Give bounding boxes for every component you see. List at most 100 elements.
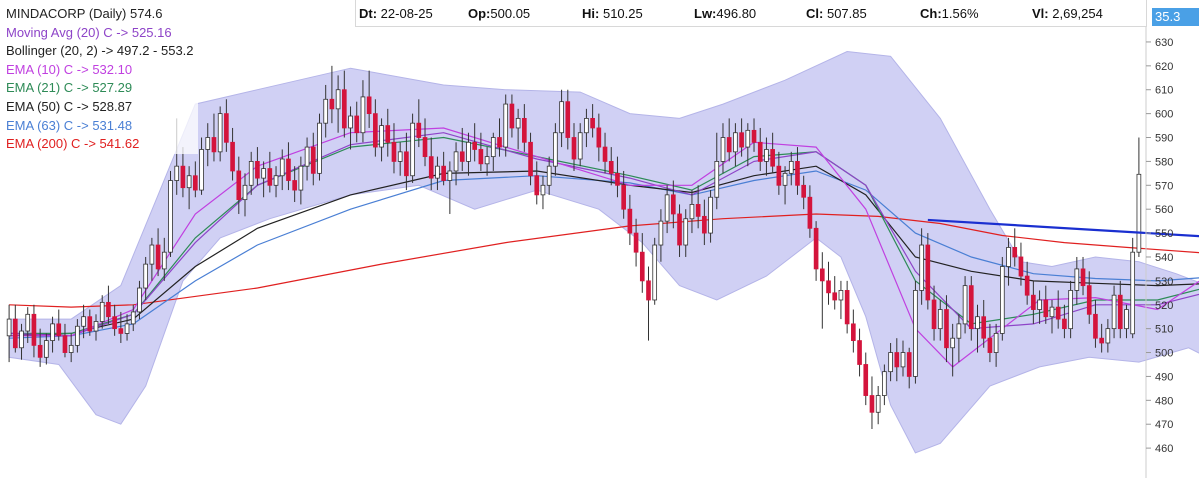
- candle-body: [1074, 268, 1080, 291]
- candle-body: [633, 232, 639, 253]
- candle-body: [193, 175, 198, 191]
- candle-body: [453, 151, 459, 172]
- date-label: Dt:: [359, 6, 378, 21]
- candle-body: [683, 218, 689, 246]
- candle-body: [596, 127, 602, 148]
- candle-body: [304, 146, 310, 167]
- legend-item: EMA (200) C -> 541.62: [6, 136, 140, 152]
- candle-body: [993, 333, 999, 353]
- candle-body: [571, 137, 577, 160]
- candle-body: [1049, 306, 1055, 318]
- candle: [168, 170, 173, 257]
- candle: [652, 237, 658, 305]
- high-field: Hi: 510.25: [582, 6, 643, 21]
- legend-item: EMA (10) C -> 532.10: [6, 61, 133, 77]
- candle: [1000, 256, 1005, 341]
- candle-body: [379, 125, 384, 148]
- candle-body: [205, 137, 211, 150]
- low-field: Lw:496.80: [694, 6, 756, 21]
- close-value: 507.85: [826, 6, 867, 21]
- candle-body: [515, 118, 521, 129]
- volume-field: Vl: 2,69,254: [1032, 6, 1103, 21]
- price-tick-label: 570: [1155, 180, 1173, 192]
- candle-body: [478, 149, 484, 165]
- candle-body: [801, 184, 807, 198]
- candle-body: [900, 352, 906, 368]
- candle-body: [962, 285, 968, 325]
- candle-body: [503, 103, 509, 148]
- candle-body: [31, 313, 37, 346]
- candle-body: [447, 170, 453, 181]
- candle-body: [1124, 309, 1129, 330]
- candle-body: [161, 251, 167, 270]
- legend-items: Moving Avg (20) C -> 525.16 Bollinger (20…: [6, 24, 194, 154]
- candle-body: [565, 101, 571, 138]
- price-tick-label: 510: [1155, 324, 1173, 336]
- candle-body: [1018, 256, 1024, 277]
- candle-body: [279, 158, 285, 177]
- candle-body: [1117, 294, 1123, 330]
- candle-body: [87, 316, 93, 332]
- candle-body: [788, 161, 794, 174]
- candle-body: [286, 158, 291, 181]
- open-value: 500.05: [490, 6, 531, 21]
- candle-body: [615, 172, 620, 186]
- candle-body: [857, 340, 862, 365]
- candle-body: [944, 309, 949, 349]
- candle-body: [733, 132, 738, 153]
- candle-body: [1006, 247, 1011, 267]
- candle-body: [385, 125, 391, 143]
- legend-item: EMA (21) C -> 527.29: [6, 80, 133, 96]
- candle-body: [62, 335, 68, 353]
- price-tick-label: 630: [1155, 37, 1173, 49]
- candle-body: [435, 165, 440, 179]
- candle-body: [391, 141, 397, 162]
- candle-body: [528, 141, 533, 177]
- candle-body: [155, 244, 161, 270]
- chart-stage: 460 470 480 490 500 510 520 530 540 550 560 570 580 5…: [0, 0, 1199, 478]
- candle-body: [106, 301, 111, 318]
- candle-body: [708, 196, 713, 234]
- price-tick-label: 620: [1155, 61, 1173, 73]
- candle-body: [968, 285, 974, 330]
- close-label: Cl:: [806, 6, 824, 21]
- candle-body: [931, 299, 937, 330]
- date-value: 22-08-25: [380, 6, 433, 21]
- candle-body: [273, 175, 279, 186]
- price-tick-label: 540: [1155, 252, 1173, 264]
- candle-body: [863, 364, 869, 396]
- candle-body: [956, 323, 962, 339]
- price-tick-label: 550: [1155, 228, 1173, 240]
- candle-body: [99, 301, 105, 322]
- candle-body: [404, 151, 409, 177]
- candle-body: [267, 168, 273, 186]
- candle-body: [472, 141, 478, 150]
- candle-body: [323, 98, 329, 124]
- candle-body: [230, 141, 235, 172]
- candle-body: [143, 263, 148, 289]
- candle-body: [490, 137, 496, 158]
- candle-body: [522, 118, 527, 143]
- candle-body: [795, 161, 800, 186]
- candle-body: [236, 170, 242, 201]
- candle-body: [714, 161, 720, 198]
- price-tick-label: 480: [1155, 395, 1173, 407]
- price-tick-label: 460: [1155, 443, 1173, 455]
- legend-item: Bollinger (20, 2) -> 497.2 - 553.2: [6, 43, 194, 59]
- candle-body: [639, 251, 645, 282]
- candle-body: [950, 337, 955, 349]
- legend-item: Moving Avg (20) C -> 525.16: [6, 24, 172, 40]
- candle-body: [292, 180, 297, 191]
- price-tick-label: 520: [1155, 300, 1173, 312]
- last-value-badge: 35.3: [1152, 8, 1199, 26]
- candle-body: [975, 316, 980, 330]
- candle-body: [261, 168, 266, 179]
- candle-body: [441, 165, 446, 181]
- candle-body: [546, 165, 552, 186]
- candle-body: [1031, 294, 1036, 310]
- candle-body: [1055, 306, 1061, 320]
- candle-body: [1043, 299, 1049, 318]
- candle-body: [509, 103, 515, 129]
- price-tick-label: 470: [1155, 419, 1173, 431]
- candle-body: [6, 318, 12, 337]
